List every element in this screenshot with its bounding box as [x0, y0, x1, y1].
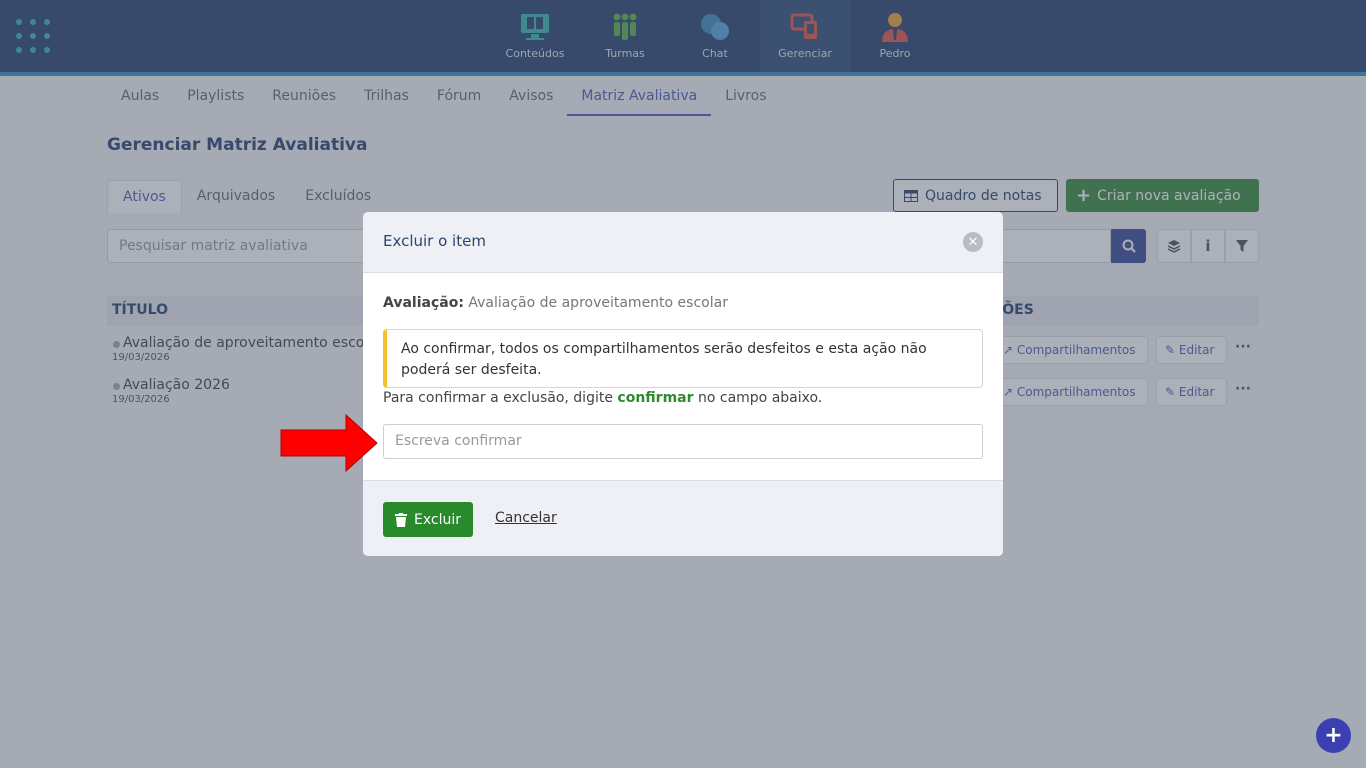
modal-header: Excluir o item ✕: [363, 212, 1003, 273]
instr-text-before: Para confirmar a exclusão, digite: [383, 390, 613, 406]
warning-message: Ao confirmar, todos os compartilhamentos…: [383, 329, 983, 388]
cancel-link[interactable]: Cancelar: [495, 510, 557, 526]
red-arrow-icon: [280, 414, 378, 472]
close-icon[interactable]: ✕: [963, 232, 983, 252]
delete-button-label: Excluir: [414, 511, 461, 528]
floating-add-button[interactable]: +: [1316, 718, 1351, 753]
evaluation-value: Avaliação de aproveitamento escolar: [468, 295, 728, 311]
evaluation-name: Avaliação: Avaliação de aproveitamento e…: [383, 295, 728, 311]
confirm-keyword: confirmar: [617, 390, 694, 406]
delete-item-modal: Excluir o item ✕ Avaliação: Avaliação de…: [363, 212, 1003, 556]
evaluation-label: Avaliação:: [383, 295, 464, 311]
delete-button[interactable]: Excluir: [383, 502, 473, 537]
modal-footer: Excluir Cancelar: [363, 480, 1003, 556]
modal-title: Excluir o item: [383, 232, 486, 250]
confirm-text-field[interactable]: Escreva confirmar: [383, 424, 983, 459]
trash-icon: [395, 512, 407, 527]
confirm-instructions: Para confirmar a exclusão, digite confir…: [383, 390, 822, 406]
instr-text-after: no campo abaixo.: [697, 390, 823, 406]
